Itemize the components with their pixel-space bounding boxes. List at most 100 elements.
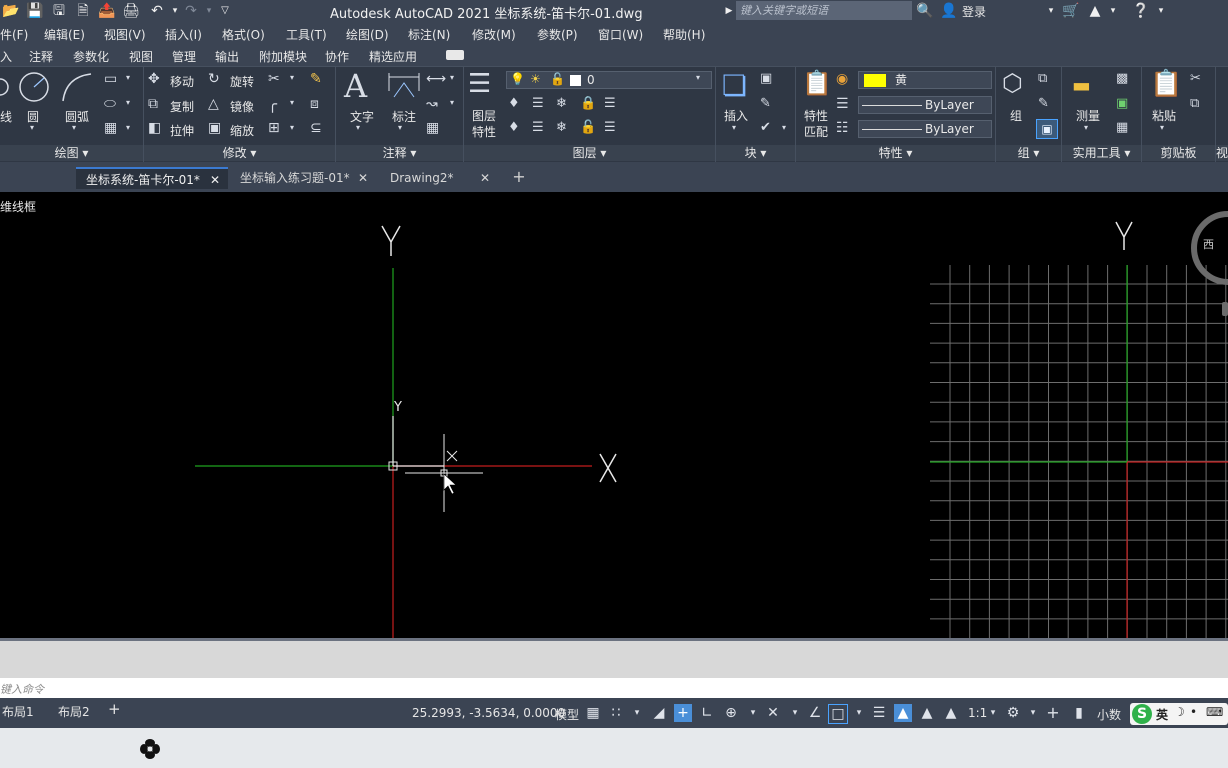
cut-icon[interactable]: ✂ <box>1190 71 1201 86</box>
lineweight-toggle-icon[interactable]: ☰ <box>870 704 888 722</box>
annotation-panel-title[interactable]: 注释 ▾ <box>336 145 463 161</box>
redo-icon[interactable]: ↷ <box>182 2 200 20</box>
dimension-button[interactable]: 标注 <box>392 108 416 125</box>
move-icon[interactable]: ✥ <box>148 71 160 87</box>
customize-qat-icon[interactable]: ▽ <box>216 2 234 20</box>
annotation-visibility-icon[interactable]: ▲ <box>894 704 912 722</box>
menu-view[interactable]: 视图(V) <box>104 26 146 43</box>
polar-tracking-icon[interactable]: ⊕ <box>722 704 740 722</box>
publish-icon[interactable]: 📤 <box>98 2 116 20</box>
login-link[interactable]: 登录 <box>962 3 986 20</box>
close-icon[interactable]: ✕ <box>480 167 490 189</box>
layer-match-icon[interactable]: ☰ <box>604 120 616 135</box>
search-input[interactable]: 键入关键字或短语 <box>736 1 912 20</box>
layer-properties-label1[interactable]: 图层 <box>472 107 496 124</box>
doc-tab[interactable]: Drawing2* ✕ <box>380 167 500 189</box>
erase-icon[interactable]: ✎ <box>310 71 322 87</box>
tab-manage[interactable]: 管理 <box>172 48 196 65</box>
trim-dropdown-icon[interactable]: ▾ <box>290 73 294 82</box>
fillet-dropdown-icon[interactable]: ▾ <box>290 98 294 107</box>
lineweight-icon[interactable]: ☰ <box>836 96 849 112</box>
line-icon[interactable] <box>0 75 14 101</box>
menu-parametric[interactable]: 参数(P) <box>537 26 578 43</box>
sogou-ime-icon[interactable]: S <box>1132 704 1152 724</box>
undo-icon[interactable]: ↶ <box>148 2 166 20</box>
save-as-icon[interactable]: 🖫 <box>50 2 68 20</box>
copy-clip-icon[interactable]: ⧉ <box>1190 96 1199 111</box>
hatch-dropdown-icon[interactable]: ▾ <box>126 123 130 132</box>
a360-dropdown-icon[interactable]: ▾ <box>1104 2 1122 20</box>
trim-icon[interactable]: ✂ <box>268 71 280 87</box>
add-layout-icon[interactable]: + <box>108 700 121 718</box>
paste-icon[interactable]: 📋 <box>1150 69 1182 99</box>
a360-icon[interactable]: ▲ <box>1086 2 1104 20</box>
annotation-scale-icon[interactable]: ▲ <box>942 704 960 722</box>
draw-panel-title[interactable]: 绘图 ▾ <box>0 145 143 161</box>
paste-dropdown-icon[interactable]: ▾ <box>1160 123 1164 132</box>
model-space-button[interactable]: 模型 <box>555 706 579 723</box>
workspace-dropdown-icon[interactable]: ▾ <box>1024 704 1042 722</box>
doc-tab[interactable]: 坐标输入练习题-01* ✕ <box>230 167 378 189</box>
stretch-icon[interactable]: ◧ <box>148 120 161 136</box>
new-tab-icon[interactable]: + <box>508 166 530 188</box>
layer-properties-label2[interactable]: 特性 <box>472 123 496 140</box>
cart-icon[interactable]: 🛒 <box>1062 2 1080 20</box>
menu-dimension[interactable]: 标注(N) <box>408 26 450 43</box>
rectangle-icon[interactable]: ▭ <box>104 71 117 87</box>
ime-keyboard-icon[interactable]: ⌨ <box>1206 705 1223 719</box>
menu-insert[interactable]: 插入(I) <box>165 26 202 43</box>
menu-tools[interactable]: 工具(T) <box>286 26 327 43</box>
grid-toggle-icon[interactable]: ▦ <box>584 704 602 722</box>
coordinates-readout[interactable]: 25.2993, -3.5634, 0.0000 <box>412 706 565 720</box>
infer-constraints-icon[interactable]: ◢ <box>650 704 668 722</box>
search-icon[interactable]: 🔍 <box>916 2 934 20</box>
arc-dropdown-icon[interactable]: ▾ <box>72 123 76 132</box>
block-panel-title[interactable]: 块 ▾ <box>716 145 795 161</box>
view-panel-title[interactable]: 视 <box>1216 145 1228 161</box>
snap-mode-icon[interactable]: ∷ <box>607 704 625 722</box>
match-properties-icon[interactable]: 📋 <box>802 69 832 97</box>
menu-format[interactable]: 格式(O) <box>222 26 265 43</box>
ribbon-minimize-icon[interactable] <box>446 50 464 60</box>
user-icon[interactable]: 👤 <box>940 2 958 20</box>
hatch-icon[interactable]: ▦ <box>104 120 117 136</box>
measure-button[interactable]: 测量 <box>1076 107 1100 124</box>
doc-tab-active[interactable]: 坐标系统-笛卡尔-01* ✕ <box>76 167 228 189</box>
layer-freeze-icon[interactable]: ❄ <box>556 96 567 111</box>
menu-window[interactable]: 窗口(W) <box>598 26 643 43</box>
select-all-icon[interactable]: ▣ <box>1116 96 1128 111</box>
help-icon[interactable]: ❔ <box>1132 2 1150 20</box>
tab-output[interactable]: 输出 <box>215 48 239 65</box>
array-dropdown-icon[interactable]: ▾ <box>290 123 294 132</box>
make-current-icon[interactable]: ☰ <box>604 96 616 111</box>
login-dropdown-icon[interactable]: ▾ <box>1042 2 1060 20</box>
dimension-icon[interactable] <box>386 71 422 103</box>
menu-draw[interactable]: 绘图(D) <box>346 26 389 43</box>
open-icon[interactable]: 📂 <box>2 2 20 20</box>
insert-dropdown-icon[interactable]: ▾ <box>732 123 736 132</box>
insert-block-icon[interactable]: ❏ <box>722 69 747 102</box>
tab-annotate[interactable]: 注释 <box>29 48 53 65</box>
linear-dim-dropdown-icon[interactable]: ▾ <box>450 73 454 82</box>
tab-addins[interactable]: 附加模块 <box>259 48 307 65</box>
command-line[interactable]: 键入命令 <box>0 678 1228 698</box>
command-input[interactable]: 键入命令 <box>0 681 44 697</box>
layers-panel-title[interactable]: 图层 ▾ <box>464 145 715 161</box>
block-attributes-dropdown-icon[interactable]: ▾ <box>782 123 786 132</box>
paste-button[interactable]: 粘贴 <box>1152 107 1176 124</box>
isodraft-icon[interactable]: ✕ <box>764 704 782 722</box>
line-button[interactable]: 线 <box>0 108 12 125</box>
workspace-gear-icon[interactable]: ⚙ <box>1004 704 1022 722</box>
close-icon[interactable]: ✕ <box>210 169 220 191</box>
layer-dropdown-arrow-icon[interactable]: ▾ <box>696 73 700 82</box>
create-block-icon[interactable]: ▣ <box>760 71 772 86</box>
dimension-dropdown-icon[interactable]: ▾ <box>398 123 402 132</box>
circle-icon[interactable] <box>18 71 50 103</box>
dynamic-input-icon[interactable]: + <box>674 704 692 722</box>
annotation-scale-dropdown-icon[interactable]: ▾ <box>984 704 1002 722</box>
help-dropdown-icon[interactable]: ▾ <box>1152 2 1170 20</box>
app-logo-icon[interactable] <box>138 737 162 761</box>
calculator-icon[interactable]: ▦ <box>1116 120 1128 135</box>
quick-properties-icon[interactable]: ▮ <box>1070 704 1088 722</box>
tab-parametric[interactable]: 参数化 <box>73 48 109 65</box>
